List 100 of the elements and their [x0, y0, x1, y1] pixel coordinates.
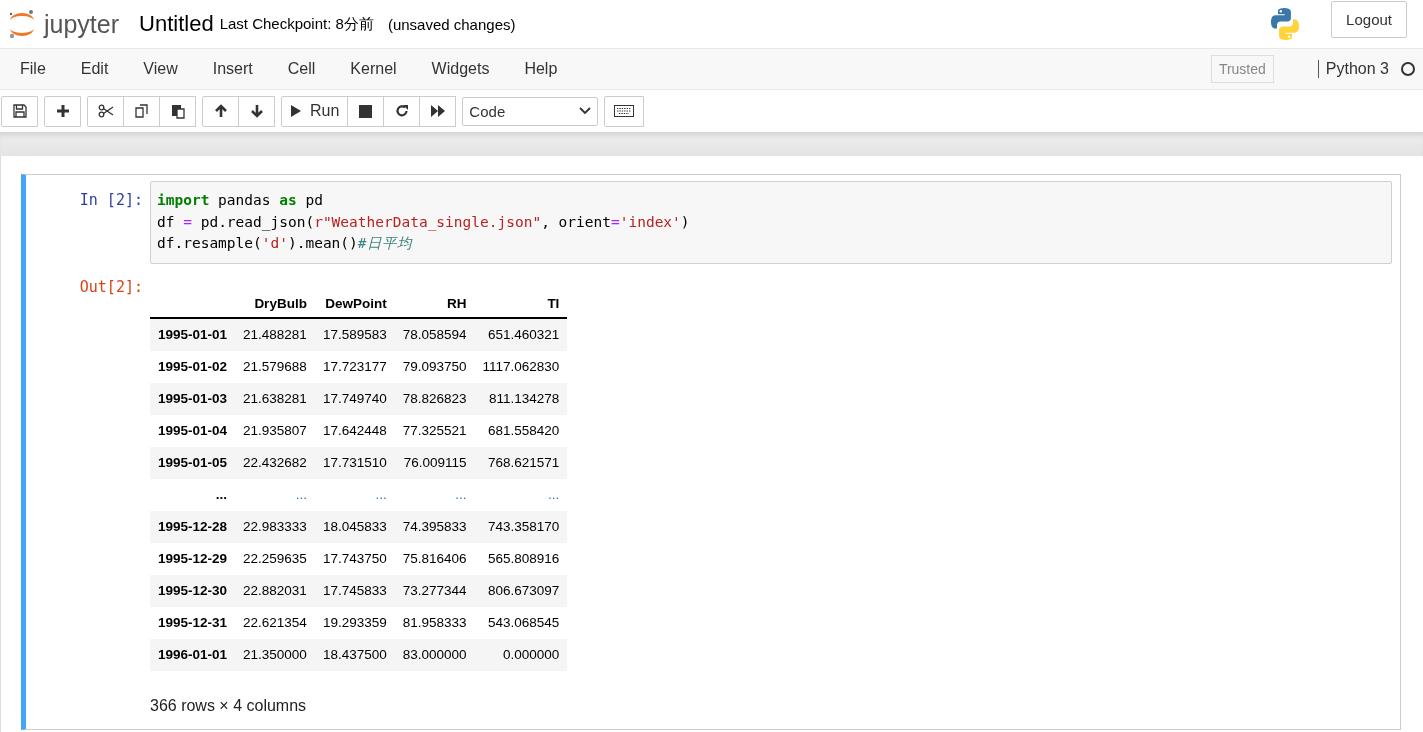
table-cell: 77.325521 — [394, 414, 475, 447]
table-cell: ... — [394, 478, 475, 511]
code-editor[interactable]: import pandas as pd df = pd.read_json(r"WeatherData_single.json", orient='index') df.resample('d').mean()#日平均 — [150, 181, 1392, 264]
logout-button[interactable]: Logout — [1331, 0, 1407, 38]
table-cell: 78.826823 — [394, 382, 475, 415]
arrow-up-icon — [213, 104, 228, 118]
table-cell: ... — [314, 478, 395, 511]
row-index: 1995-12-28 — [150, 510, 236, 543]
kernel-idle-icon — [1401, 62, 1415, 76]
copy-button[interactable] — [123, 95, 160, 127]
code-line: import pandas as pd — [157, 191, 324, 210]
table-cell: 22.983333 — [235, 510, 315, 543]
code-line: df.resample('d').mean()#日平均 — [157, 234, 414, 253]
chevron-down-icon — [579, 107, 592, 115]
table-cell: 21.579688 — [235, 350, 315, 383]
table-cell: 17.589583 — [314, 317, 395, 351]
column-header: DewPoint — [314, 289, 395, 318]
restart-button[interactable] — [383, 95, 421, 127]
menu-item[interactable]: Widgets — [418, 60, 503, 78]
add-cell-button[interactable] — [44, 95, 81, 127]
table-cell: 73.277344 — [394, 574, 475, 607]
table-cell: 21.350000 — [235, 638, 315, 671]
fast-forward-button[interactable] — [419, 95, 457, 127]
table-cell: 1117.062830 — [474, 350, 568, 383]
save-icon — [12, 104, 27, 118]
table-cell: 22.882031 — [235, 574, 315, 607]
table-cell: 81.958333 — [394, 606, 475, 639]
table-cell: ... — [235, 478, 315, 511]
table-cell: 17.642448 — [314, 414, 395, 447]
save-button[interactable] — [1, 95, 38, 127]
column-header: RH — [394, 289, 475, 318]
table-cell: 17.749740 — [314, 382, 395, 415]
input-prompt: In [2]: — [78, 190, 144, 211]
row-index: 1995-01-05 — [150, 446, 236, 479]
notebook-name[interactable]: Untitled — [139, 11, 214, 37]
table-cell: 17.723177 — [314, 350, 395, 383]
autosave-status: (unsaved changes) — [387, 15, 516, 33]
menu-item[interactable]: View — [130, 60, 191, 78]
table-cell: 0.000000 — [474, 638, 568, 671]
menu-item[interactable]: Kernel — [337, 60, 410, 78]
scissors-icon — [97, 104, 114, 118]
copy-icon — [133, 103, 150, 119]
code-cell[interactable] — [21, 174, 1401, 730]
table-cell: 22.621354 — [235, 606, 315, 639]
table-cell: 18.045833 — [314, 510, 395, 543]
fast-forward-icon — [429, 104, 446, 118]
row-index: 1995-01-04 — [150, 414, 236, 447]
menu-item[interactable]: Help — [511, 60, 571, 78]
table-cell: 78.058594 — [394, 317, 475, 351]
arrow-down-icon — [249, 104, 264, 118]
row-index: 1995-12-29 — [150, 542, 236, 575]
move-down-button[interactable] — [238, 95, 275, 127]
row-index: 1995-01-02 — [150, 350, 236, 383]
row-index: ... — [150, 478, 236, 511]
run-button[interactable]: Run — [281, 95, 349, 127]
table-cell: 651.460321 — [474, 317, 568, 351]
table-cell: 17.731510 — [314, 446, 395, 479]
table-cell: 17.745833 — [314, 574, 395, 607]
table-cell: 75.816406 — [394, 542, 475, 575]
logo-text: jupyter — [44, 9, 120, 39]
table-cell: 76.009115 — [394, 446, 475, 479]
table-cell: 21.638281 — [235, 382, 315, 415]
table-cell: 17.743750 — [314, 542, 395, 575]
paste-icon — [169, 103, 186, 119]
table-cell: 565.808916 — [474, 542, 568, 575]
stop-button[interactable] — [347, 95, 385, 127]
kernel-name: Python 3 — [1317, 60, 1389, 78]
menu-item[interactable]: File — [7, 60, 59, 78]
table-cell: 83.000000 — [394, 638, 475, 671]
table-cell: 806.673097 — [474, 574, 568, 607]
cell-type-value: Code — [469, 102, 506, 120]
cell-type-dropdown[interactable]: Code — [462, 96, 599, 126]
row-index: 1995-01-03 — [150, 382, 236, 415]
keyboard-icon — [614, 105, 635, 117]
paste-button[interactable] — [159, 95, 196, 127]
cut-button[interactable] — [87, 95, 124, 127]
plus-icon — [55, 104, 70, 118]
keyboard-button[interactable] — [604, 95, 645, 127]
table-cell: 22.259635 — [235, 542, 315, 575]
menu-item[interactable]: Insert — [199, 60, 266, 78]
row-index: 1996-01-01 — [150, 638, 236, 671]
table-cell: 22.432682 — [235, 446, 315, 479]
table-cell: 681.558420 — [474, 414, 568, 447]
column-header: DryBulb — [235, 289, 315, 318]
row-index: 1995-01-01 — [150, 317, 236, 351]
table-cell: 768.621571 — [474, 446, 568, 479]
output-prompt: Out[2]: — [78, 276, 144, 298]
menu-item[interactable]: Cell — [274, 60, 329, 78]
table-cell: 811.134278 — [474, 382, 568, 415]
code-line: df = pd.read_json(r"WeatherData_single.json", orient='index') — [157, 212, 691, 233]
menu-item[interactable]: Edit — [67, 60, 122, 78]
table-cell: 79.093750 — [394, 350, 475, 383]
table-cell: 543.068545 — [474, 606, 568, 639]
table-shape-text: 366 rows × 4 columns — [150, 696, 308, 715]
table-cell: 74.395833 — [394, 510, 475, 543]
row-index: 1995-12-31 — [150, 606, 236, 639]
column-header: TI — [474, 289, 568, 318]
move-up-button[interactable] — [202, 95, 239, 127]
table-cell: 18.437500 — [314, 638, 395, 671]
table-cell: 21.488281 — [235, 317, 315, 351]
